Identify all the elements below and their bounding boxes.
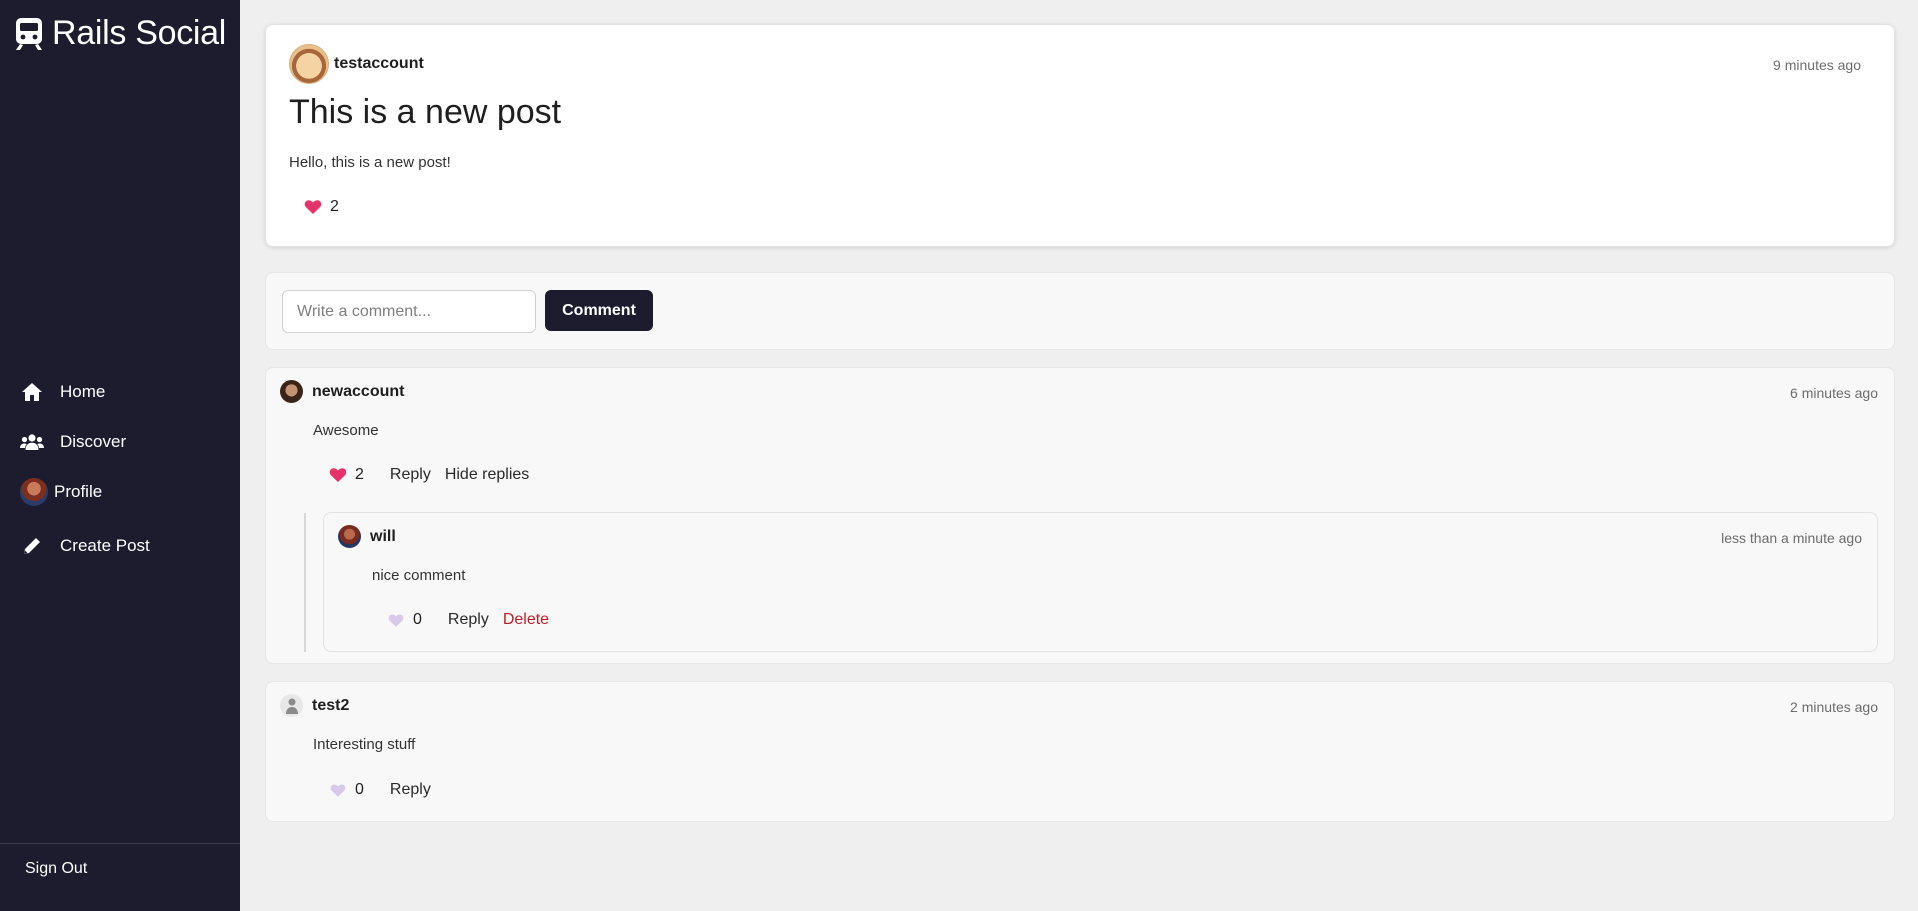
post-title: This is a new post [289, 93, 562, 131]
hide-replies-button[interactable]: Hide replies [445, 466, 529, 484]
sidebar: Rails Social Home Discover Profile Creat… [0, 0, 240, 911]
train-icon [16, 17, 42, 50]
default-user-icon [285, 698, 298, 714]
comment-timestamp: 6 minutes ago [1790, 385, 1878, 401]
reply-author[interactable]: will [370, 528, 396, 546]
sidebar-nav: Home Discover Profile Create Post [0, 367, 240, 571]
sidebar-divider [0, 843, 240, 844]
comment-timestamp: 2 minutes ago [1790, 699, 1878, 715]
comment-form: Comment [265, 272, 1895, 350]
post-author[interactable]: testaccount [334, 55, 424, 73]
reply-timestamp: less than a minute ago [1721, 530, 1862, 546]
reply-body: nice comment [372, 567, 466, 584]
sidebar-item-label: Home [60, 382, 106, 401]
avatar[interactable] [280, 380, 303, 403]
sign-out-link[interactable]: Sign Out [25, 860, 87, 878]
post-card: testaccount 9 minutes ago This is a new … [265, 24, 1895, 247]
comment-actions: 0 Reply [329, 781, 445, 799]
reply-button[interactable]: Reply [390, 781, 431, 799]
like-count: 2 [330, 198, 339, 215]
post-body: Hello, this is a new post! [289, 154, 451, 171]
reply-actions: 0 Reply Delete [387, 611, 563, 629]
comment-body: Awesome [313, 422, 379, 439]
comment-actions: 2 Reply Hide replies [329, 466, 543, 484]
reply-card: will less than a minute ago nice comment… [323, 512, 1878, 652]
reply-thread-line [304, 513, 306, 652]
comment-submit-button[interactable]: Comment [545, 290, 653, 331]
sidebar-item-create-post[interactable]: Create Post [0, 521, 240, 571]
pencil-icon [20, 534, 44, 558]
avatar[interactable] [289, 44, 329, 84]
sidebar-item-profile[interactable]: Profile [0, 467, 240, 517]
like-button[interactable]: 2 [304, 198, 339, 216]
heart-icon[interactable] [329, 466, 347, 484]
like-count: 2 [355, 466, 364, 483]
sidebar-item-label: Create Post [60, 536, 150, 555]
comment-thread: test2 2 minutes ago Interesting stuff 0 … [265, 681, 1895, 822]
sidebar-item-label: Discover [60, 432, 127, 451]
like-count: 0 [355, 781, 364, 798]
avatar [20, 478, 48, 506]
avatar[interactable] [280, 694, 303, 717]
like-count: 0 [413, 611, 422, 628]
comment-body: Interesting stuff [313, 736, 416, 753]
heart-icon [304, 200, 322, 214]
comment-input[interactable] [282, 290, 536, 333]
home-icon [20, 380, 44, 404]
post-timestamp: 9 minutes ago [1773, 57, 1861, 73]
comment-thread: newaccount 6 minutes ago Awesome 2 Reply… [265, 367, 1895, 664]
sidebar-item-home[interactable]: Home [0, 367, 240, 417]
heart-icon[interactable] [329, 781, 347, 799]
avatar[interactable] [338, 525, 361, 548]
brand-name: Rails Social [52, 14, 227, 52]
sidebar-item-discover[interactable]: Discover [0, 417, 240, 467]
brand[interactable]: Rails Social [14, 14, 226, 53]
reply-button[interactable]: Reply [390, 466, 431, 484]
sidebar-item-label: Profile [54, 482, 103, 501]
reply-button[interactable]: Reply [448, 611, 489, 629]
heart-icon[interactable] [387, 611, 405, 629]
delete-button[interactable]: Delete [503, 611, 549, 629]
comment-author[interactable]: test2 [312, 697, 349, 715]
users-icon [20, 430, 44, 454]
comment-author[interactable]: newaccount [312, 383, 404, 401]
